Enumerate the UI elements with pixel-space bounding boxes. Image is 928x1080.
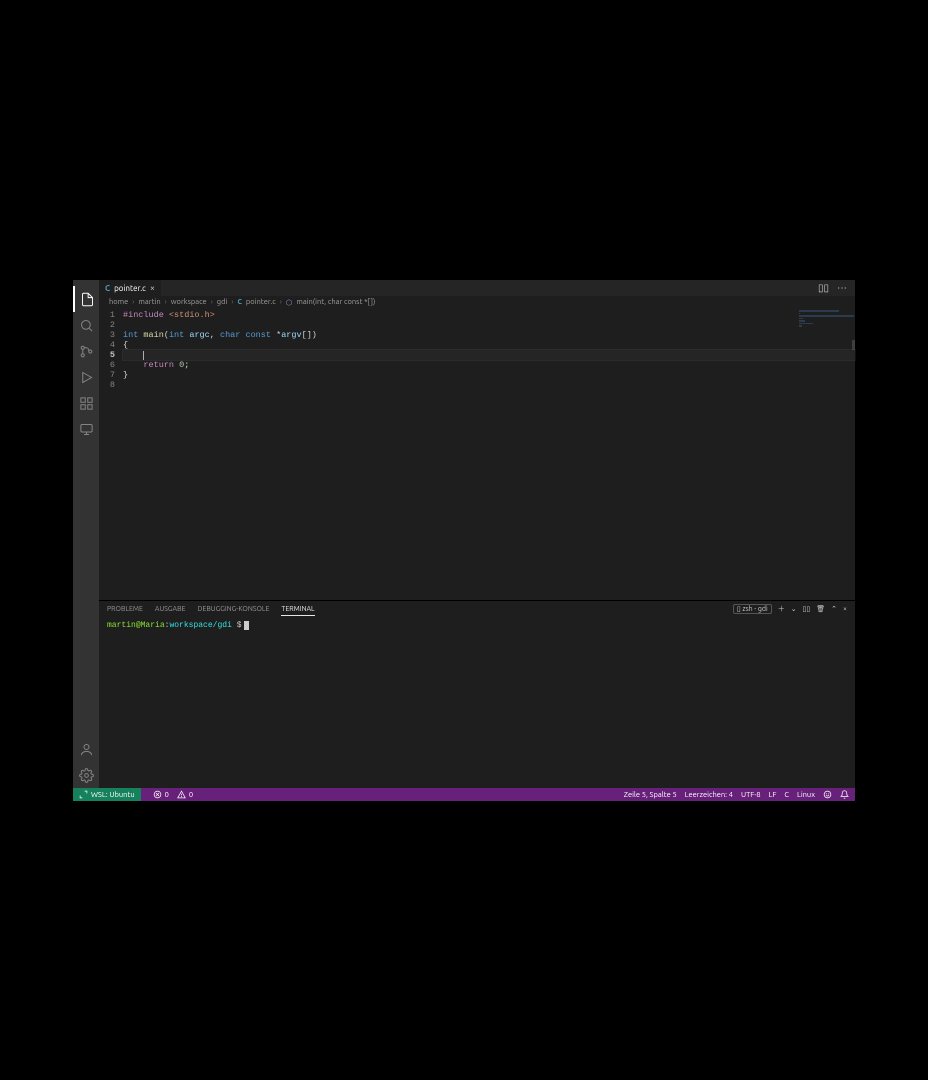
text-cursor [143, 351, 144, 360]
vscode-window: C pointer.c × ▯▯ ⋯ home›martin›workspace… [73, 280, 855, 801]
status-remote[interactable]: WSL: Ubuntu [73, 788, 141, 801]
panel-tabs: PROBLEME AUSGABE DEBUGGING-KONSOLE TERMI… [99, 601, 855, 617]
tab-filename: pointer.c [114, 284, 146, 293]
breadcrumb-segment[interactable]: martin [138, 298, 160, 306]
breadcrumb-segment[interactable]: workspace [171, 298, 207, 306]
status-os[interactable]: Linux [797, 791, 815, 799]
split-terminal-icon[interactable]: ▯▯ [803, 605, 811, 613]
terminal-body[interactable]: martin@Maria:workspace/gdi $ [99, 617, 855, 788]
more-actions-icon[interactable]: ⋯ [837, 282, 847, 294]
kill-terminal-icon[interactable]: 🗑 [816, 605, 825, 613]
panel-tab-terminal[interactable]: TERMINAL [281, 603, 314, 616]
overview-ruler[interactable] [852, 340, 855, 350]
code-line[interactable]: } [123, 370, 855, 380]
split-editor-icon[interactable]: ▯▯ [818, 282, 829, 294]
status-language[interactable]: C [784, 791, 789, 799]
account-icon[interactable] [73, 736, 99, 762]
extensions-icon[interactable] [73, 390, 99, 416]
code-editor[interactable]: 12345678 #include <stdio.h> int main(int … [99, 308, 855, 600]
status-bar: WSL: Ubuntu 0 0 Zeile 5, Spalte 5 Leerze… [73, 788, 855, 801]
c-lang-icon: C [237, 298, 241, 306]
breadcrumb-segment[interactable]: home [109, 298, 128, 306]
terminal-shell-label[interactable]: ▯ zsh - gdi [733, 604, 772, 614]
terminal-prompt: $ [237, 621, 242, 630]
close-panel-icon[interactable]: × [843, 605, 847, 613]
new-terminal-icon[interactable]: ＋ [778, 604, 785, 614]
status-feedback-icon[interactable] [823, 790, 832, 799]
c-lang-icon: C [105, 284, 110, 293]
explorer-icon[interactable] [73, 286, 99, 312]
breadcrumb-symbol[interactable]: main(int, char const *[]) [296, 298, 375, 306]
close-tab-icon[interactable]: × [150, 283, 155, 293]
code-line[interactable]: { [123, 340, 855, 350]
terminal-host: Maria [141, 621, 165, 630]
maximize-panel-icon[interactable]: ⌃ [831, 605, 837, 613]
settings-gear-icon[interactable] [73, 762, 99, 788]
activity-bar [73, 280, 99, 788]
status-warnings[interactable]: 0 [177, 790, 193, 799]
status-indent[interactable]: Leerzeichen: 4 [685, 791, 733, 799]
tab-bar: C pointer.c × ▯▯ ⋯ [99, 280, 855, 296]
symbol-icon: ⬡ [286, 298, 293, 307]
code-line[interactable] [123, 380, 855, 390]
code-line[interactable]: return 0; [123, 360, 855, 370]
terminal-cursor [244, 621, 249, 630]
run-debug-icon[interactable] [73, 364, 99, 390]
code-line[interactable] [123, 350, 855, 360]
panel-tab-output[interactable]: AUSGABE [155, 603, 186, 615]
source-control-icon[interactable] [73, 338, 99, 364]
code-line[interactable]: #include <stdio.h> [123, 310, 855, 320]
status-errors[interactable]: 0 [153, 790, 169, 799]
bottom-panel: PROBLEME AUSGABE DEBUGGING-KONSOLE TERMI… [99, 600, 855, 788]
status-eol[interactable]: LF [769, 791, 777, 799]
remote-explorer-icon[interactable] [73, 416, 99, 442]
tab-pointer-c[interactable]: C pointer.c × [99, 280, 161, 296]
line-gutter: 12345678 [99, 310, 123, 600]
breadcrumb[interactable]: home›martin›workspace›gdi›C pointer.c›⬡ … [99, 296, 855, 308]
code-line[interactable] [123, 320, 855, 330]
tab-actions: ▯▯ ⋯ [818, 280, 855, 296]
breadcrumb-segment[interactable]: gdi [217, 298, 228, 306]
panel-tab-problems[interactable]: PROBLEME [107, 603, 143, 615]
terminal-path: workspace/gdi [169, 621, 231, 630]
status-cursor-pos[interactable]: Zeile 5, Spalte 5 [624, 791, 677, 799]
search-icon[interactable] [73, 312, 99, 338]
breadcrumb-file[interactable]: pointer.c [246, 298, 276, 306]
minimap[interactable] [799, 310, 851, 350]
editor-group: C pointer.c × ▯▯ ⋯ home›martin›workspace… [99, 280, 855, 600]
status-encoding[interactable]: UTF-8 [741, 791, 761, 799]
code-area[interactable]: #include <stdio.h> int main(int argc, cha… [123, 310, 855, 600]
code-line[interactable]: int main(int argc, char const *argv[]) [123, 330, 855, 340]
panel-tab-debug[interactable]: DEBUGGING-KONSOLE [197, 603, 269, 615]
terminal-user: martin [107, 621, 136, 630]
status-bell-icon[interactable] [840, 790, 849, 799]
terminal-dropdown-icon[interactable]: ⌄ [791, 605, 797, 613]
